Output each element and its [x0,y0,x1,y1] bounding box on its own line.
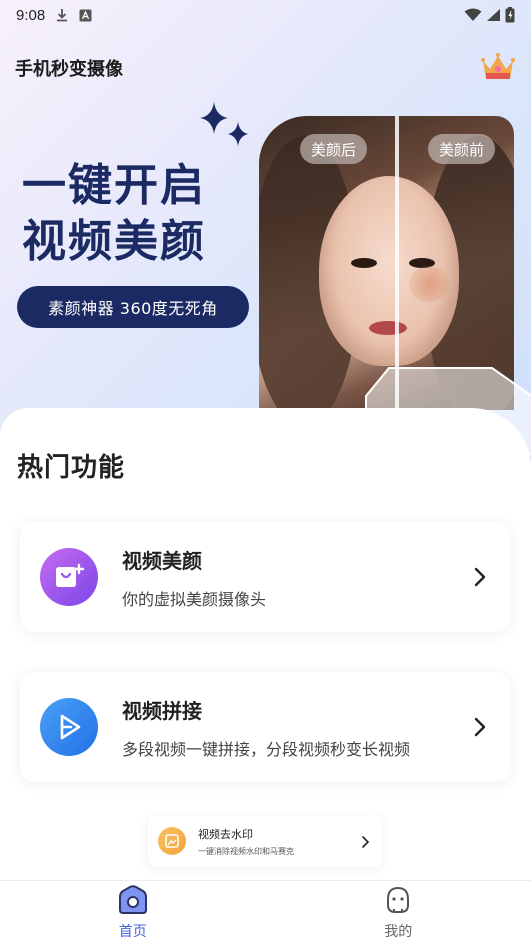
bottom-nav: 首页 我的 [0,880,531,944]
signal-icon [486,8,501,22]
eye-left [351,258,377,268]
home-icon [117,884,149,919]
hero-slogan-pill: 素颜神器 360度无死角 [17,286,249,328]
app-notification-icon [79,9,92,22]
hero-headline: 一键开启 视频美颜 [22,158,206,270]
feature-card-video-beauty[interactable]: 视频美颜 你的虚拟美颜摄像头 [20,522,510,632]
nav-home[interactable]: 首页 [0,881,266,944]
status-bar: 9:08 [0,0,531,30]
play-join-icon [40,698,98,756]
chevron-right-icon [360,834,370,848]
mini-feature-title: 视频去水印 [198,827,253,841]
hero-headline-line1: 一键开启 [22,160,206,211]
chevron-right-icon [470,715,490,739]
camera-plus-icon [40,548,98,606]
nav-mine[interactable]: 我的 [266,881,531,944]
section-title: 热门功能 [17,453,126,483]
feature-subtitle: 你的虚拟美颜摄像头 [122,589,267,609]
blemish [409,266,449,302]
chevron-right-icon [470,565,490,589]
download-icon [55,8,69,22]
app-header: 手机秒变摄像 [0,48,531,88]
sparkle-icon [196,100,256,156]
profile-icon [383,885,413,919]
status-time: 9:08 [16,6,46,24]
battery-icon [505,7,515,23]
hero-headline-line2: 视频美颜 [22,216,206,267]
wifi-icon [464,8,482,22]
feature-card-remove-watermark[interactable]: 视频去水印 一键消除视频水印和马赛克 [148,815,382,867]
nav-home-label: 首页 [118,923,147,940]
tag-after-beauty: 美颜后 [300,134,368,164]
vip-crown-icon[interactable] [480,51,516,85]
app-title: 手机秒变摄像 [15,59,123,80]
tag-before-beauty: 美颜前 [428,134,496,164]
nav-mine-label: 我的 [384,923,413,940]
image-remove-icon [158,827,186,855]
feature-card-video-join[interactable]: 视频拼接 多段视频一键拼接，分段视频秒变长视频 [20,672,510,782]
lips [369,321,407,335]
feature-subtitle: 多段视频一键拼接，分段视频秒变长视频 [122,739,411,759]
mini-feature-subtitle: 一键消除视频水印和马赛克 [198,846,294,856]
feature-title: 视频拼接 [122,698,202,723]
feature-title: 视频美颜 [122,548,202,573]
